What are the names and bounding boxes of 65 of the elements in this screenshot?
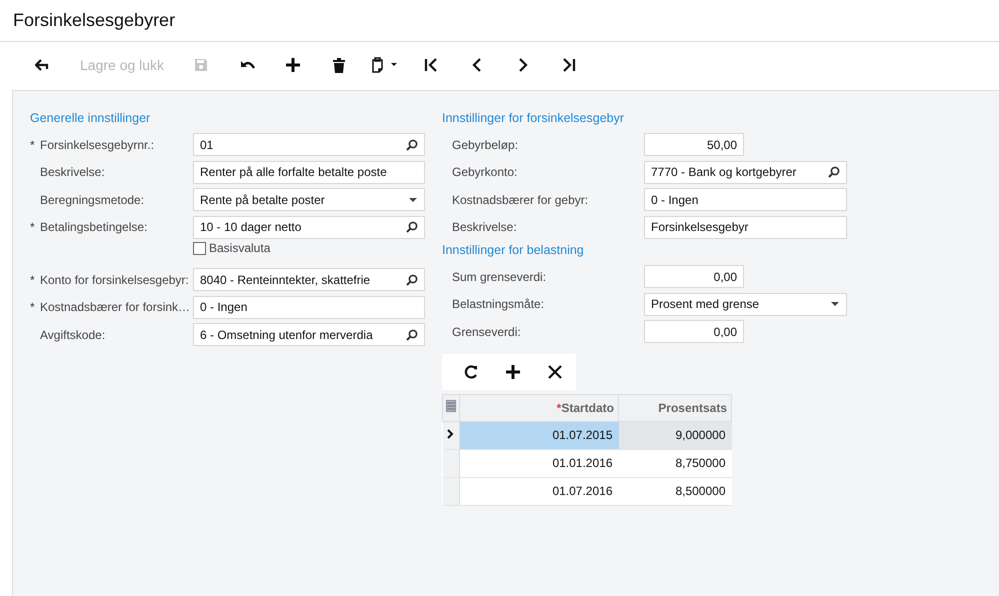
dropdown-field[interactable]: Prosent med grense [644, 292, 847, 316]
field-label: Avgiftskode: [40, 328, 106, 342]
required-mark: * [30, 138, 35, 152]
input-field[interactable]: Forsinkelsesgebyr [644, 216, 847, 239]
input-field[interactable]: 0 - Ingen [644, 188, 847, 212]
base-currency-checkbox[interactable]: Basisvaluta [193, 241, 270, 255]
plus-icon [286, 58, 300, 72]
input-field[interactable]: 0 - Ingen [193, 296, 425, 319]
field-label: Kostnadsbærer for gebyr: [451, 192, 590, 207]
field-label: Sum grenseverdi: [451, 270, 548, 284]
section-heading: Generelle innstillinger [30, 110, 152, 127]
field-label: Grenseverdi: [451, 324, 522, 339]
field-label: Forsinkelsesgebyrnr.: [40, 138, 156, 152]
dropdown-field[interactable]: Rente på betalte poster [193, 188, 425, 212]
input-field[interactable]: 0,00 [644, 320, 744, 344]
clipboard-icon [372, 57, 398, 73]
close-icon [548, 364, 562, 378]
input-field[interactable]: 0,00 [644, 265, 744, 288]
lookup-field[interactable]: 7770 - Bank og kortgebyrer [644, 160, 847, 184]
lookup-field[interactable]: 10 - 10 dager netto [193, 216, 425, 239]
section-heading: Innstillinger for belastning [442, 242, 585, 259]
chevron-right-icon [518, 58, 528, 72]
field-label: Gebyrbeløp: [451, 138, 520, 152]
lookup-field[interactable]: 6 - Omsetning utenfor merverdia [193, 323, 425, 346]
first-icon [424, 58, 438, 72]
table-cell: 9,000000 [618, 421, 732, 449]
input-field[interactable]: Renter på alle forfalte betalte poste [193, 160, 425, 184]
search-icon [406, 221, 418, 234]
undo-icon [239, 59, 256, 71]
column-header[interactable]: Prosentsats [618, 394, 732, 421]
required-mark: * [30, 272, 35, 287]
table-cell: 01.07.2015 [460, 421, 618, 449]
caret-icon [830, 301, 840, 308]
search-icon [828, 166, 840, 178]
field-label: Konto for forsinkelsesgebyr: [40, 272, 190, 287]
field-label: Beskrivelse: [451, 220, 518, 234]
plus-icon [506, 364, 520, 378]
input-field[interactable]: 50,00 [644, 133, 744, 156]
section-heading: Innstillinger for forsinkelsesgebyr [442, 110, 626, 127]
table-cell: 8,750000 [618, 449, 732, 477]
column-header[interactable]: *Startdato [460, 394, 618, 421]
required-mark: * [30, 300, 35, 314]
field-label: Beregningsmetode: [40, 192, 146, 207]
search-icon [406, 328, 418, 341]
caret-icon [408, 196, 418, 203]
trash-icon [333, 58, 346, 72]
chevron-left-icon [472, 58, 482, 72]
field-label: Beskrivelse: [40, 165, 106, 180]
last-icon [562, 58, 576, 72]
search-icon [406, 274, 418, 286]
field-label: Gebyrkonto: [451, 165, 518, 180]
refresh-icon [464, 364, 478, 378]
table-cell: 8,500000 [618, 477, 732, 505]
lookup-field[interactable]: 01 [193, 133, 425, 156]
field-label: Betalingsbetingelse: [40, 220, 148, 234]
required-mark: * [30, 220, 35, 234]
field-label: Belastningsmåte: [451, 297, 546, 312]
table-cell: 01.01.2016 [460, 449, 618, 477]
search-icon [406, 138, 418, 151]
table-cell: 01.07.2016 [460, 477, 618, 505]
current-row-icon [447, 429, 454, 439]
page-title: Forsinkelsesgebyrer [13, 10, 176, 31]
lookup-field[interactable]: 8040 - Renteinntekter, skattefrie [193, 268, 425, 292]
field-label: Kostnadsbærer for forsink… [40, 300, 192, 314]
back-arrow-icon [35, 58, 51, 72]
